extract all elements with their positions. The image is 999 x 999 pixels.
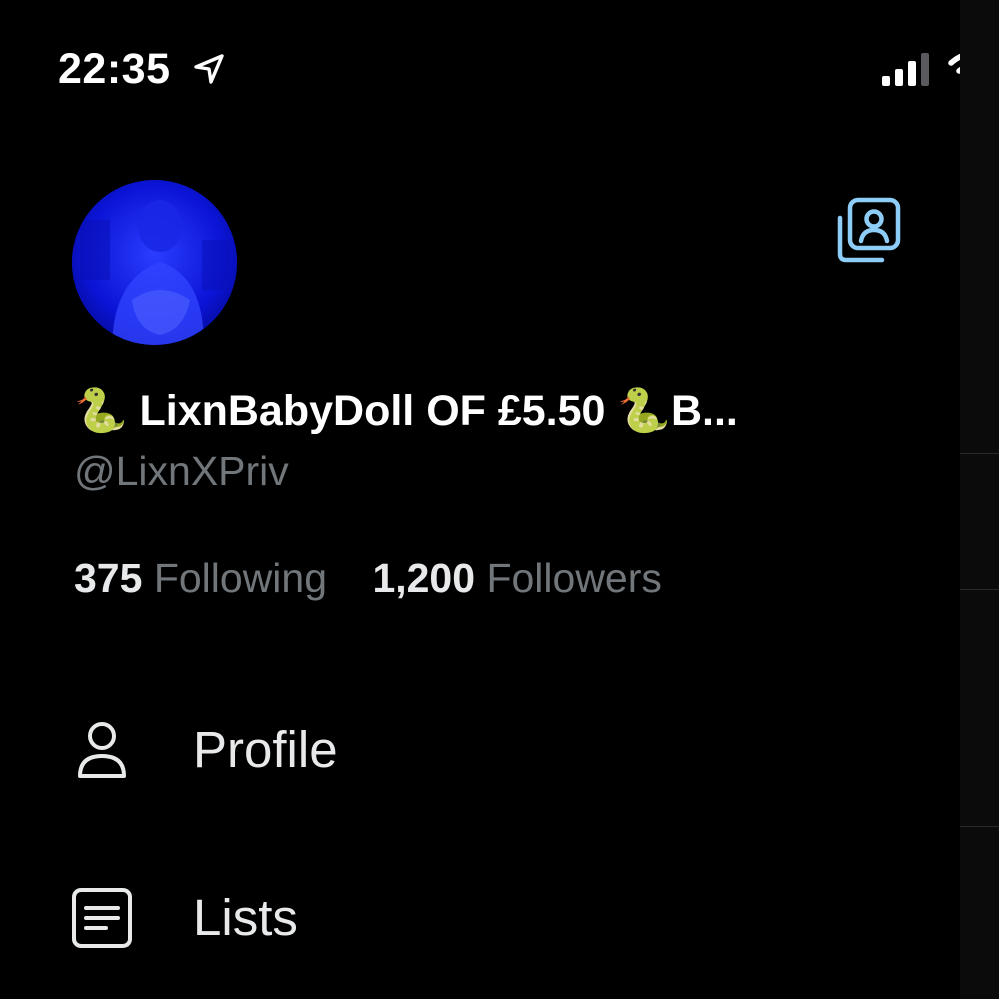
divider [960, 453, 999, 454]
list-document-icon [72, 888, 132, 948]
follow-stats: 375 Following 1,200 Followers [74, 552, 696, 604]
display-name: 🐍 LixnBabyDoll OF £5.50 🐍B... [74, 387, 738, 435]
following-count: 375 [74, 555, 143, 601]
following-link[interactable]: 375 Following [74, 552, 327, 604]
switch-accounts-icon[interactable] [830, 194, 902, 266]
menu-item-label: Lists [193, 889, 298, 946]
following-label: Following [153, 555, 328, 601]
user-handle: @LixnXPriv [74, 448, 289, 494]
avatar[interactable] [72, 180, 237, 345]
followers-link[interactable]: 1,200 Followers [372, 552, 661, 604]
location-arrow-icon [194, 54, 224, 84]
divider [960, 589, 999, 590]
status-time: 22:35 [58, 45, 171, 93]
followers-count: 1,200 [372, 555, 476, 601]
side-drawer: 22:35 🐍 LixnBabyDoll OF £5.50 🐍B... @Lix… [0, 0, 998, 999]
menu-item-label: Profile [193, 721, 338, 778]
menu-item-lists[interactable]: Lists [0, 856, 960, 976]
avatar-image [72, 180, 237, 345]
timeline-edge[interactable] [960, 0, 999, 999]
divider [960, 826, 999, 827]
menu-item-profile[interactable]: Profile [0, 690, 960, 810]
followers-label: Followers [486, 555, 662, 601]
cellular-signal-icon [882, 53, 929, 86]
person-icon [78, 722, 126, 778]
